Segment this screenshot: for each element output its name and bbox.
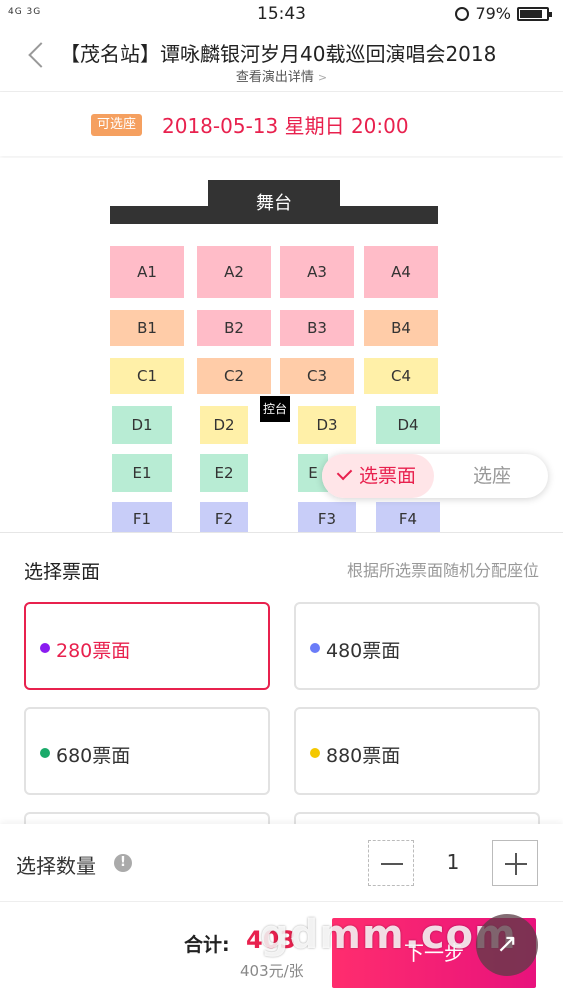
seat-section-b1[interactable]: B1 <box>110 310 184 346</box>
seat-section-f2[interactable]: F2 <box>200 502 248 532</box>
back-arrow-icon[interactable] <box>24 38 50 68</box>
info-icon[interactable]: ! <box>114 854 132 872</box>
total-value: 403 <box>246 926 297 954</box>
seat-section-b2[interactable]: B2 <box>197 310 271 346</box>
nav-header: 【茂名站】谭咏麟银河岁月40载巡回演唱会2018 查看演出详情 > <box>0 30 563 92</box>
seat-section-c2[interactable]: C2 <box>197 358 271 394</box>
mode-toggle[interactable]: 选票面 选座 <box>322 454 548 498</box>
price-dot-icon <box>310 748 320 758</box>
rotation-lock-icon <box>455 6 470 21</box>
mode-select-seat[interactable]: 选座 <box>436 454 548 498</box>
battery-fill <box>520 9 543 18</box>
seat-section-a3[interactable]: A3 <box>280 246 354 298</box>
status-right: 79% <box>455 4 552 23</box>
seat-section-f1[interactable]: F1 <box>112 502 172 532</box>
seat-section-f4[interactable]: F4 <box>376 502 440 532</box>
seat-section-b4[interactable]: B4 <box>364 310 438 346</box>
price-dot-icon <box>40 748 50 758</box>
total-label: 合计: <box>184 934 230 956</box>
panel-title: 选择票面 <box>24 561 101 583</box>
ticket-panel: 选择票面 根据所选票面随机分配座位 280票面 480票面 680票面 880票… <box>0 532 563 832</box>
seat-section-c4[interactable]: C4 <box>364 358 438 394</box>
quantity-row: 选择数量 ! 1 <box>0 824 563 902</box>
session-row: 可选座 2018-05-13 星期日 20:00 <box>0 92 563 156</box>
seat-section-d4[interactable]: D4 <box>376 406 440 444</box>
seat-section-a4[interactable]: A4 <box>364 246 438 298</box>
seat-section-c3[interactable]: C3 <box>280 358 354 394</box>
price-option-label: 480票面 <box>326 640 401 662</box>
price-option-label: 880票面 <box>326 745 401 767</box>
floating-share-icon[interactable]: ↗ <box>476 914 538 976</box>
seat-section-c1[interactable]: C1 <box>110 358 184 394</box>
quantity-increment-button[interactable] <box>492 840 538 886</box>
price-option-680[interactable]: 680票面 <box>24 707 270 795</box>
checkmark-icon <box>336 464 353 481</box>
session-date[interactable]: 2018-05-13 星期日 20:00 <box>162 110 409 139</box>
price-option-880[interactable]: 880票面 <box>294 707 540 795</box>
battery-percent: 79% <box>475 4 511 23</box>
seat-section-e2[interactable]: E2 <box>200 454 248 492</box>
battery-icon <box>517 6 552 21</box>
unit-price: 403元/张 <box>240 962 304 980</box>
status-bar: 4G 3G 15:43 79% <box>0 0 563 30</box>
control-booth: 控台 <box>260 396 290 422</box>
chevron-right-icon: > <box>317 71 328 84</box>
quantity-decrement-button[interactable] <box>368 840 414 886</box>
price-option-280[interactable]: 280票面 <box>24 602 270 690</box>
seat-section-e1[interactable]: E1 <box>112 454 172 492</box>
panel-hint: 根据所选票面随机分配座位 <box>346 561 539 580</box>
seat-section-d3[interactable]: D3 <box>298 406 356 444</box>
seat-section-a2[interactable]: A2 <box>197 246 271 298</box>
price-option-480[interactable]: 480票面 <box>294 602 540 690</box>
price-dot-icon <box>40 643 50 653</box>
quantity-label: 选择数量 <box>16 854 96 878</box>
seat-selectable-badge: 可选座 <box>91 114 143 136</box>
price-option-label: 680票面 <box>56 745 131 767</box>
show-details-label: 查看演出详情 <box>235 70 314 85</box>
seat-section-a1[interactable]: A1 <box>110 246 184 298</box>
price-dot-icon <box>310 643 320 653</box>
price-option-label: 280票面 <box>56 640 131 662</box>
seat-section-d1[interactable]: D1 <box>112 406 172 444</box>
seat-section-b3[interactable]: B3 <box>280 310 354 346</box>
seat-map[interactable]: 舞台 A1 A2 A3 A4 B1 B2 B3 B4 C1 C2 C3 C4 D1 D2 D3 D4 E1 E2 E… <box>0 158 563 532</box>
seat-section-f3[interactable]: F3 <box>298 502 356 532</box>
show-details-link[interactable]: 查看演出详情 > <box>0 66 563 85</box>
seat-section-d2[interactable]: D2 <box>200 406 248 444</box>
page-title: 【茂名站】谭咏麟银河岁月40载巡回演唱会2018 <box>60 42 497 66</box>
stage: 舞台 <box>208 180 340 224</box>
mode-select-ticket-label: 选票面 <box>358 465 416 487</box>
quantity-value: 1 <box>446 850 460 874</box>
mode-select-ticket[interactable]: 选票面 <box>322 454 434 498</box>
